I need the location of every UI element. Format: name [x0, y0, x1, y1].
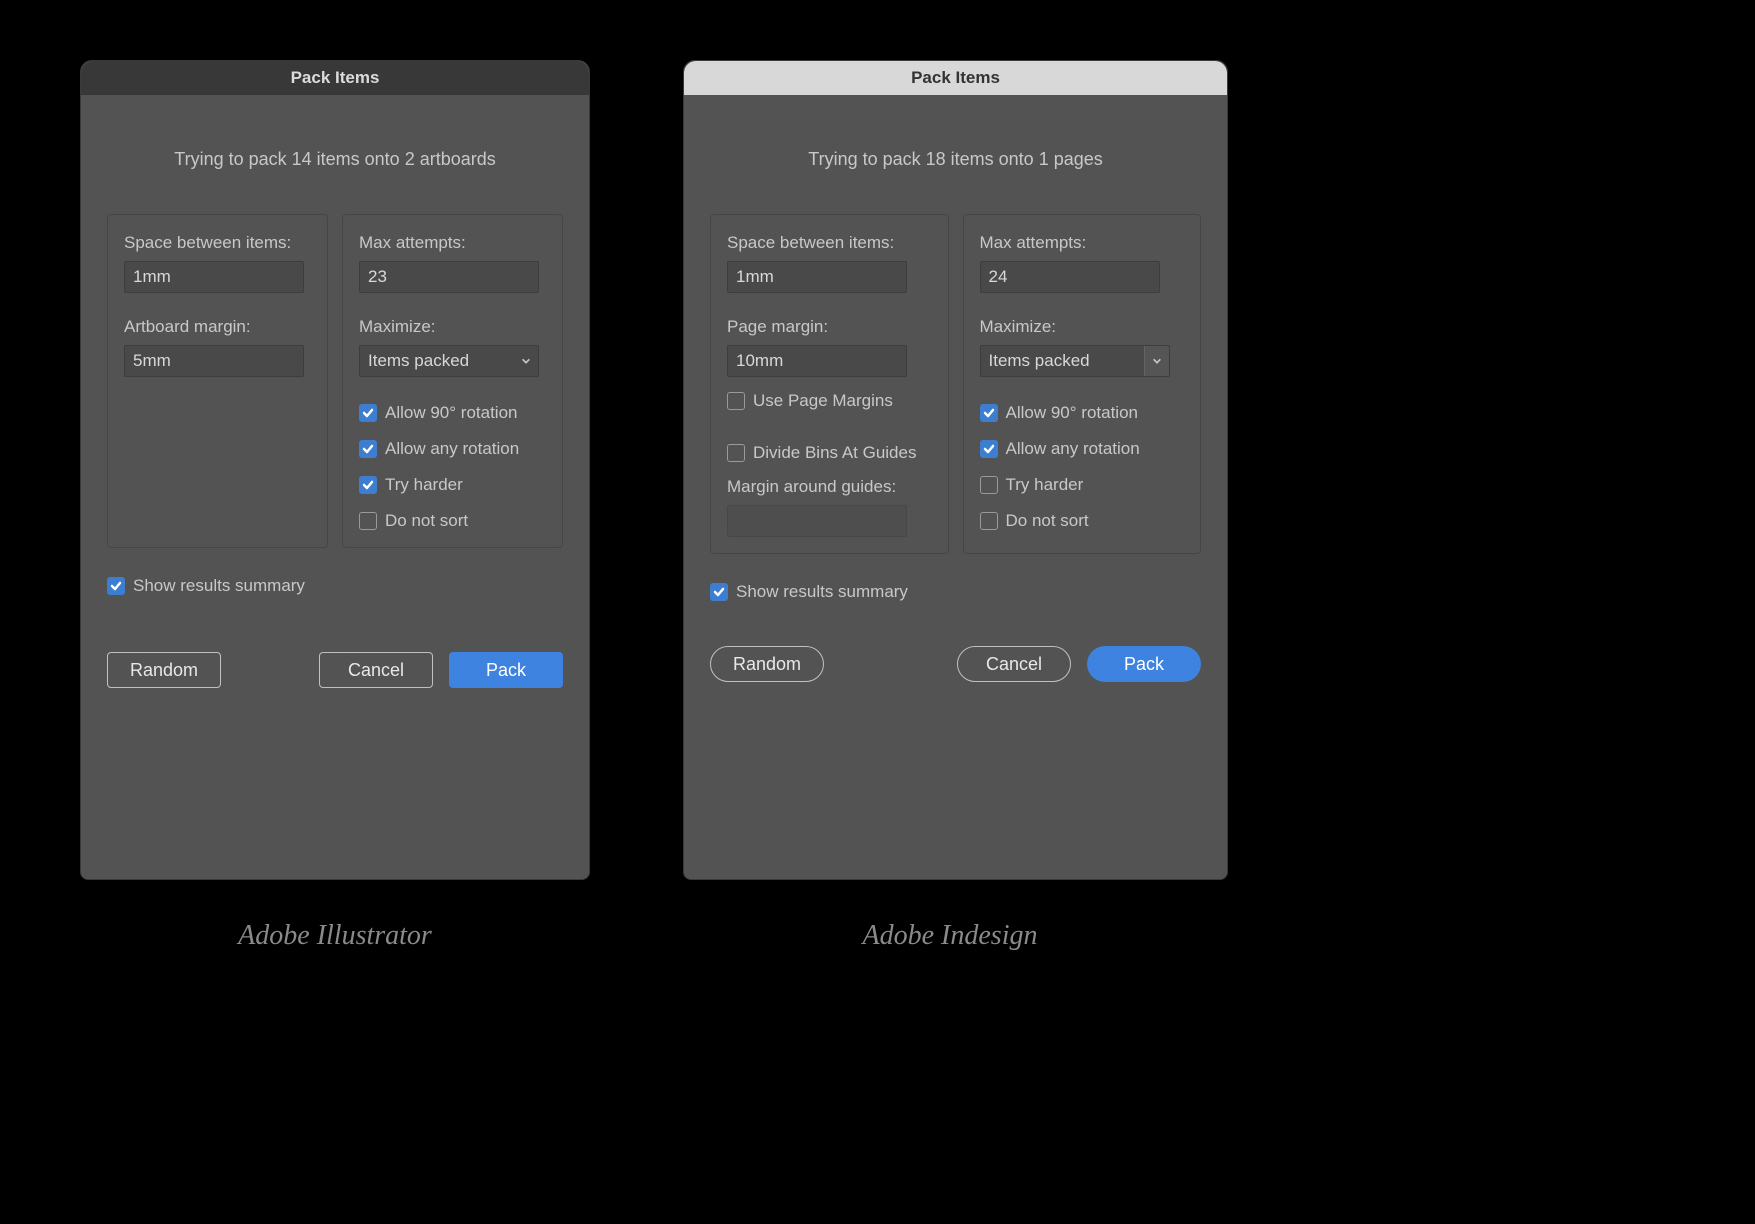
artboard-margin-input[interactable]: [124, 345, 304, 377]
do-not-sort-label: Do not sort: [1006, 511, 1089, 531]
checkbox-checked-icon: [359, 440, 377, 458]
random-button[interactable]: Random: [710, 646, 824, 682]
left-panel: Space between items: Artboard margin:: [107, 214, 328, 548]
space-between-label: Space between items:: [727, 233, 932, 253]
do-not-sort-row[interactable]: Do not sort: [359, 511, 546, 531]
illustrator-caption: Adobe Illustrator: [75, 920, 595, 952]
right-panel: Max attempts: Maximize: Items packed: [963, 214, 1202, 554]
checkbox-unchecked-icon: [359, 512, 377, 530]
do-not-sort-label: Do not sort: [385, 511, 468, 531]
checkbox-unchecked-icon: [980, 476, 998, 494]
max-attempts-input[interactable]: [980, 261, 1160, 293]
margin-guides-label: Margin around guides:: [727, 477, 932, 497]
indesign-caption: Adobe Indesign: [690, 920, 1210, 952]
max-attempts-label: Max attempts:: [359, 233, 546, 253]
indesign-dialog: Pack Items Trying to pack 18 items onto …: [683, 60, 1228, 880]
allow-any-label: Allow any rotation: [1006, 439, 1140, 459]
divide-bins-row[interactable]: Divide Bins At Guides: [727, 443, 932, 463]
maximize-value: Items packed: [989, 351, 1090, 371]
dialog-titlebar: Pack Items: [684, 61, 1227, 95]
cancel-button[interactable]: Cancel: [319, 652, 433, 688]
chevron-down-icon: [1152, 356, 1162, 366]
checkbox-unchecked-icon: [727, 392, 745, 410]
summary-text: Trying to pack 18 items onto 1 pages: [710, 149, 1201, 170]
space-between-input[interactable]: [727, 261, 907, 293]
show-summary-label: Show results summary: [736, 582, 908, 602]
allow-any-row[interactable]: Allow any rotation: [359, 439, 546, 459]
illustrator-dialog: Pack Items Trying to pack 14 items onto …: [80, 60, 590, 880]
max-attempts-input[interactable]: [359, 261, 539, 293]
try-harder-label: Try harder: [385, 475, 463, 495]
try-harder-row[interactable]: Try harder: [980, 475, 1185, 495]
left-panel: Space between items: Page margin: Use Pa…: [710, 214, 949, 554]
allow-any-label: Allow any rotation: [385, 439, 519, 459]
maximize-select[interactable]: Items packed: [980, 345, 1170, 377]
try-harder-row[interactable]: Try harder: [359, 475, 546, 495]
cancel-button[interactable]: Cancel: [957, 646, 1071, 682]
try-harder-label: Try harder: [1006, 475, 1084, 495]
use-page-margins-label: Use Page Margins: [753, 391, 893, 411]
margin-guides-input[interactable]: [727, 505, 907, 537]
show-summary-row[interactable]: Show results summary: [107, 576, 563, 596]
do-not-sort-row[interactable]: Do not sort: [980, 511, 1185, 531]
max-attempts-label: Max attempts:: [980, 233, 1185, 253]
dialog-titlebar: Pack Items: [81, 61, 589, 95]
checkbox-unchecked-icon: [727, 444, 745, 462]
show-summary-row[interactable]: Show results summary: [710, 582, 1201, 602]
pack-button[interactable]: Pack: [449, 652, 563, 688]
checkbox-checked-icon: [359, 476, 377, 494]
checkbox-unchecked-icon: [980, 512, 998, 530]
allow-90-label: Allow 90° rotation: [385, 403, 517, 423]
space-between-label: Space between items:: [124, 233, 311, 253]
maximize-select[interactable]: Items packed: [359, 345, 539, 377]
allow-90-label: Allow 90° rotation: [1006, 403, 1138, 423]
summary-text: Trying to pack 14 items onto 2 artboards: [107, 149, 563, 170]
pack-button[interactable]: Pack: [1087, 646, 1201, 682]
checkbox-checked-icon: [710, 583, 728, 601]
maximize-label: Maximize:: [980, 317, 1185, 337]
allow-any-row[interactable]: Allow any rotation: [980, 439, 1185, 459]
page-margin-label: Page margin:: [727, 317, 932, 337]
chevron-down-icon: [521, 356, 531, 366]
divide-bins-label: Divide Bins At Guides: [753, 443, 916, 463]
checkbox-checked-icon: [107, 577, 125, 595]
maximize-label: Maximize:: [359, 317, 546, 337]
checkbox-checked-icon: [359, 404, 377, 422]
show-summary-label: Show results summary: [133, 576, 305, 596]
checkbox-checked-icon: [980, 440, 998, 458]
artboard-margin-label: Artboard margin:: [124, 317, 311, 337]
allow-90-row[interactable]: Allow 90° rotation: [359, 403, 546, 423]
allow-90-row[interactable]: Allow 90° rotation: [980, 403, 1185, 423]
random-button[interactable]: Random: [107, 652, 221, 688]
page-margin-input[interactable]: [727, 345, 907, 377]
use-page-margins-row[interactable]: Use Page Margins: [727, 391, 932, 411]
maximize-value: Items packed: [368, 351, 469, 371]
space-between-input[interactable]: [124, 261, 304, 293]
right-panel: Max attempts: Maximize: Items packed: [342, 214, 563, 548]
select-dropdown-button[interactable]: [1144, 345, 1170, 377]
checkbox-checked-icon: [980, 404, 998, 422]
